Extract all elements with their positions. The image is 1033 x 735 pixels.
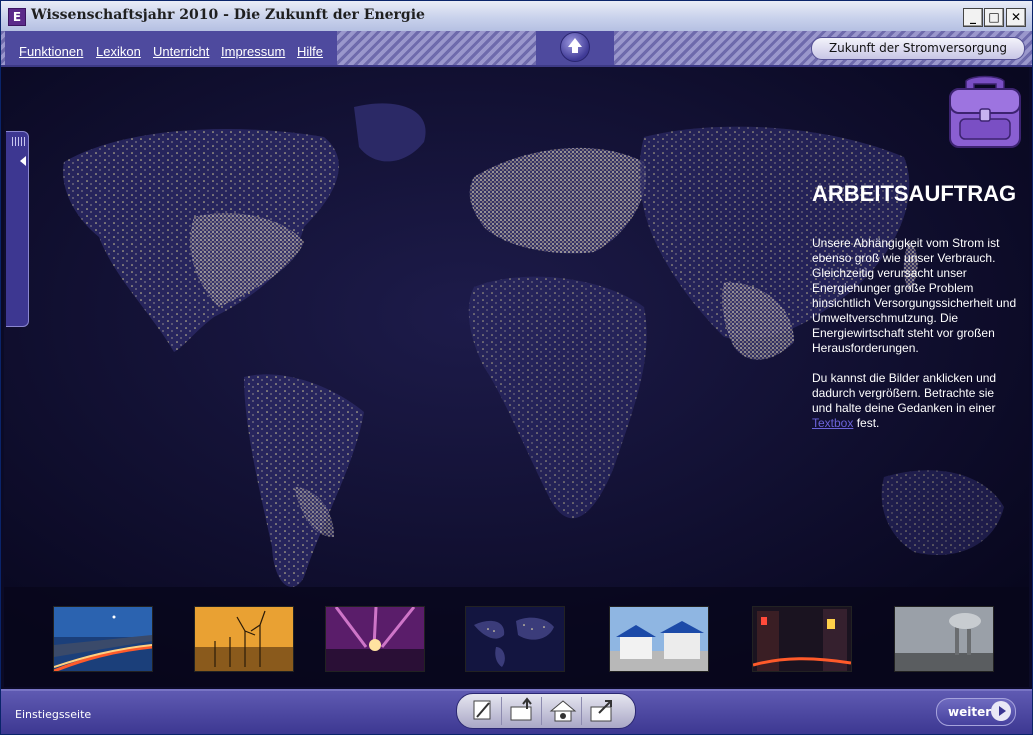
next-button[interactable]: weiter xyxy=(936,698,1016,726)
title-bar[interactable]: E Wissenschaftsjahr 2010 - Die Zukunft d… xyxy=(1,1,1032,31)
collapse-arrow-icon[interactable] xyxy=(20,156,26,166)
task-heading: ARBEITSAUFTRAG xyxy=(812,181,1017,206)
menu-panel: Funktionen Lexikon Unterricht Impressum … xyxy=(5,31,337,65)
menu-item-hilfe[interactable]: Hilfe xyxy=(297,44,323,59)
upload-photo-icon[interactable] xyxy=(505,697,542,725)
menu-item-unterricht[interactable]: Unterricht xyxy=(153,44,209,59)
menu-item-lexikon[interactable]: Lexikon xyxy=(96,44,141,59)
task-paragraph-2: Du kannst die Bilder anklicken und dadur… xyxy=(812,371,997,430)
thumbnail-highway-night[interactable] xyxy=(53,606,153,672)
page-status-label: Einstiegsseite xyxy=(15,708,92,721)
schoolbag-icon[interactable] xyxy=(944,75,1026,151)
textbox-link[interactable]: Textbox xyxy=(812,416,853,430)
grip-handle-icon[interactable] xyxy=(12,137,26,146)
export-photo-icon[interactable] xyxy=(585,697,621,725)
app-icon: E xyxy=(8,8,26,26)
up-tab xyxy=(536,31,614,65)
thumbnail-earth-night[interactable] xyxy=(465,606,565,672)
thumbnail-industrial-smog[interactable] xyxy=(894,606,994,672)
thumbnail-city-night[interactable] xyxy=(752,606,852,672)
bottom-bar: Einstiegsseite weiter xyxy=(1,689,1032,734)
close-button[interactable]: ✕ xyxy=(1006,8,1026,27)
tool-group xyxy=(456,693,636,729)
window-title: Wissenschaftsjahr 2010 - Die Zukunft der… xyxy=(31,7,425,23)
menu-item-funktionen[interactable]: Funktionen xyxy=(19,44,83,59)
next-button-label: weiter xyxy=(948,705,992,719)
menu-bar: Funktionen Lexikon Unterricht Impressum … xyxy=(1,31,1032,67)
menu-item-impressum[interactable]: Impressum xyxy=(221,44,285,59)
thumbnail-concert[interactable] xyxy=(325,606,425,672)
task-paragraph-1: Unsere Abhängigkeit vom Strom ist ebenso… xyxy=(812,236,1017,355)
textbox-tool-icon[interactable] xyxy=(465,697,502,725)
side-panel[interactable] xyxy=(6,131,29,327)
task-text: Unsere Abhängigkeit vom Strom ist ebenso… xyxy=(812,236,1017,446)
up-button[interactable] xyxy=(560,32,590,62)
maximize-button[interactable]: □ xyxy=(984,8,1004,27)
thumbnail-wind-turbines[interactable] xyxy=(194,606,294,672)
next-arrow-icon xyxy=(991,701,1011,721)
home-photo-icon[interactable] xyxy=(545,697,582,725)
minimize-button[interactable]: _ xyxy=(963,8,983,27)
topic-button[interactable]: Zukunft der Stromversorgung xyxy=(811,37,1025,60)
thumbnail-solar-houses[interactable] xyxy=(609,606,709,672)
main-content: ARBEITSAUFTRAG Unsere Abhängigkeit vom S… xyxy=(4,67,1029,687)
app-window: E Wissenschaftsjahr 2010 - Die Zukunft d… xyxy=(0,0,1033,735)
